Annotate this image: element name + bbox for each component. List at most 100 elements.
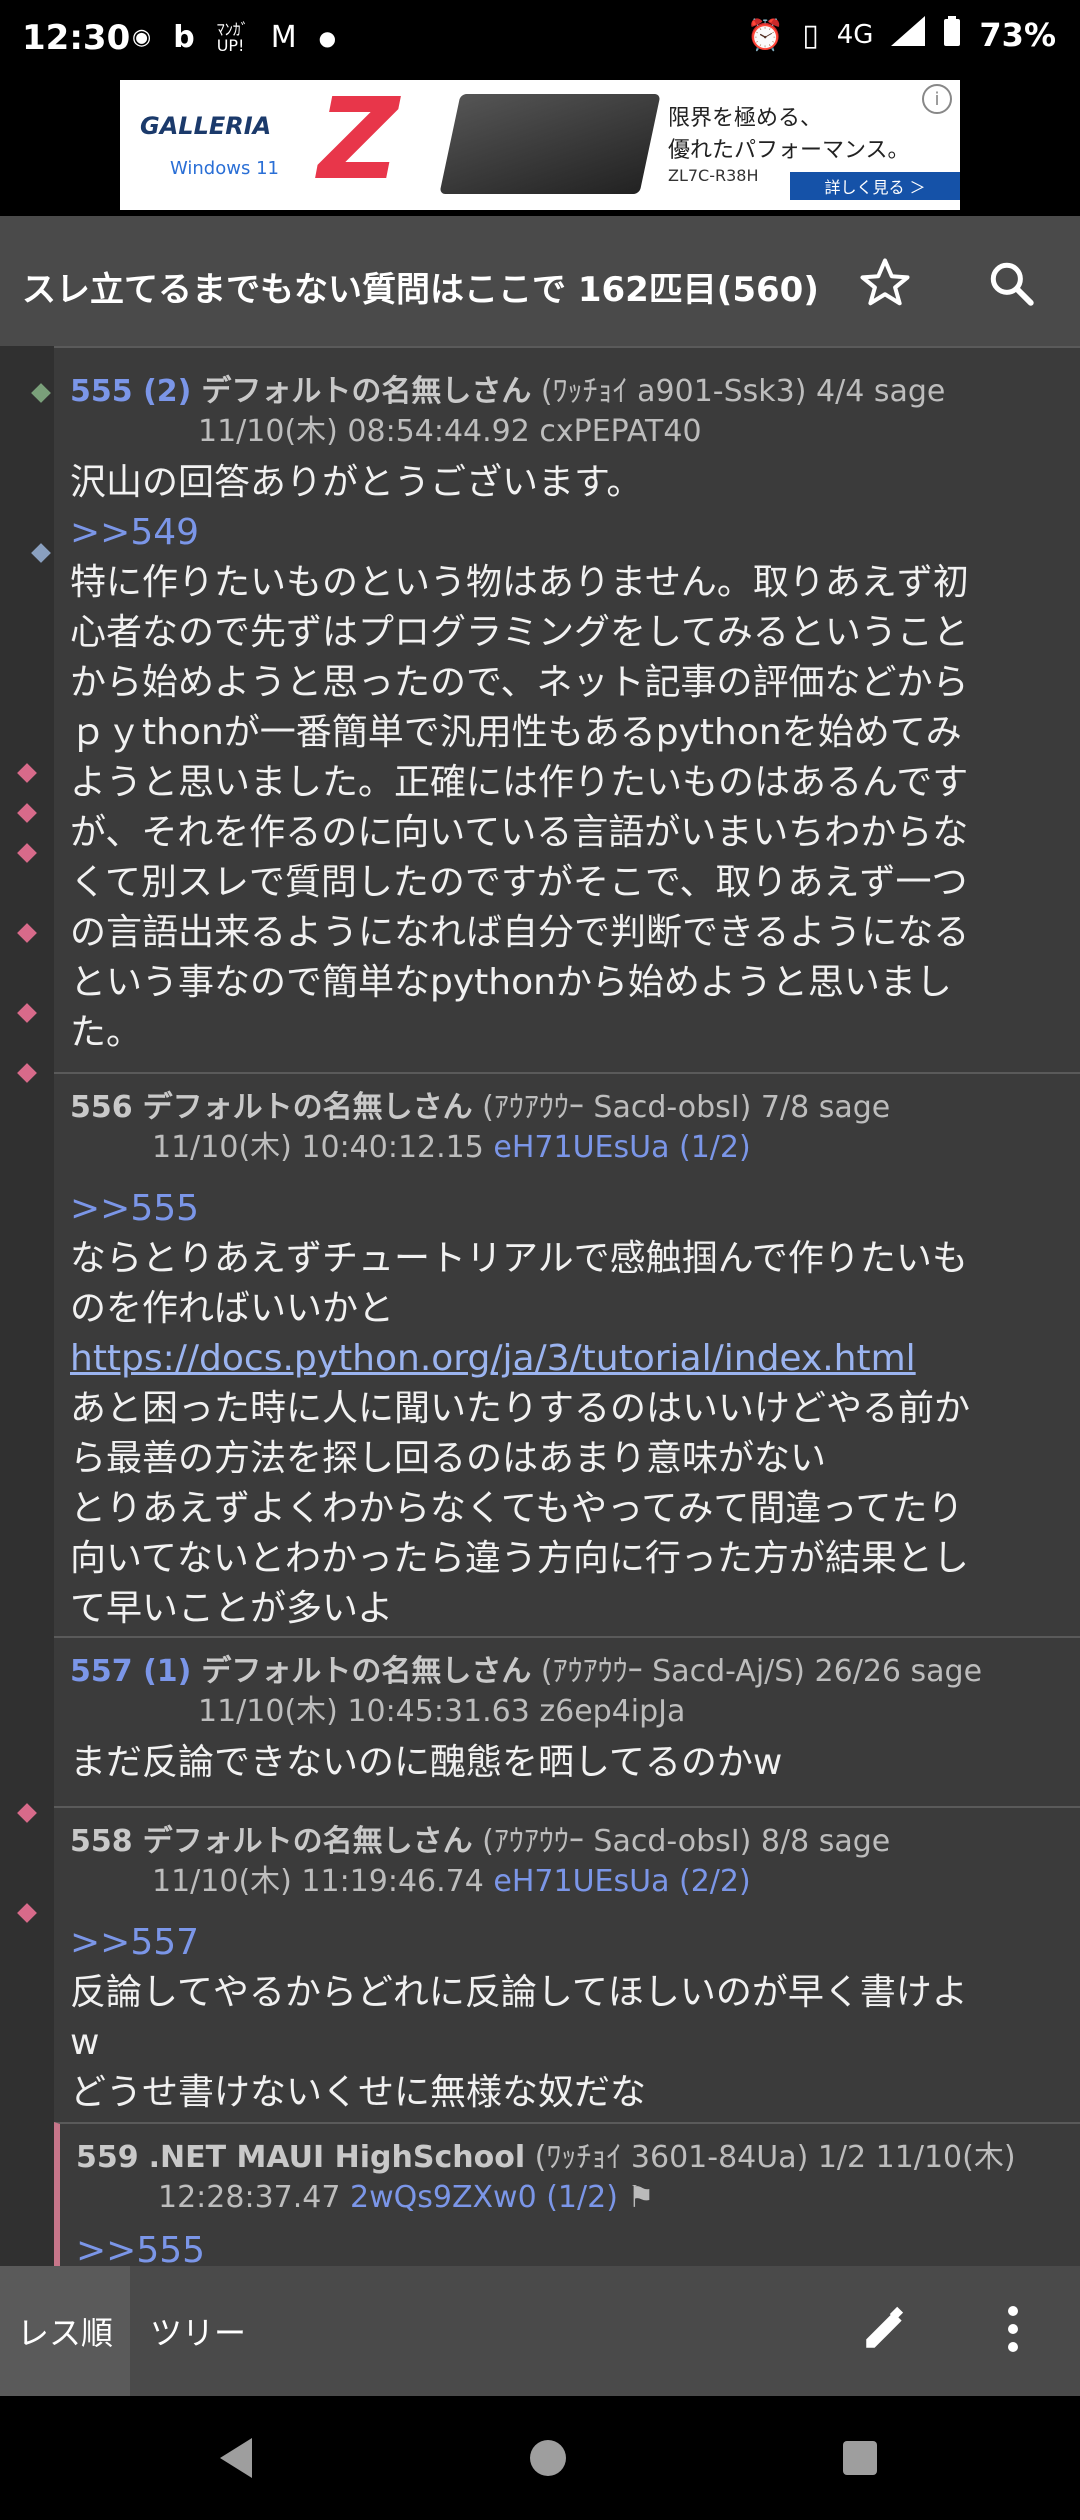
more-vert-icon — [1006, 2304, 1020, 2358]
post[interactable]: 555 (2) デフォルトの名無しさん (ﾜｯﾁｮｲ a901-Ssk3) 4/4… — [54, 346, 1080, 1072]
post-number[interactable]: 559 — [76, 2140, 139, 2175]
post-line: ら最善の方法を探し回るのはあまり意味がない — [70, 1438, 827, 1479]
system-icons: ⏰ ▯ 4G 73% — [747, 16, 1056, 54]
post-number[interactable]: 555 (2) — [70, 374, 191, 409]
more-options-button[interactable] — [980, 2298, 1046, 2364]
post-line: 沢山の回答ありがとうございます。 — [70, 462, 643, 503]
post-line: の言語出来るようになれば自分で判断できるようになる — [70, 912, 970, 953]
post-date-line: 12:28:37.47 2wQs9ZXw0 (1/2) ⚑ — [76, 2178, 1080, 2218]
post-header: 556 デフォルトの名無しさん (ｱｳｱｳｳｰ Sacd-obsI) 7/8 sa… — [70, 1088, 1080, 1128]
post-date-line: 11/10(木) 10:45:31.63 z6ep4ipJa — [70, 1692, 1080, 1732]
post-header: 559 .NET MAUI HighSchool (ﾜｯﾁｮｲ 3601-84Ua… — [76, 2138, 1080, 2178]
post-line: 心者なので先ずはプログラミングをしてみるということ — [70, 612, 969, 653]
poster-name: デフォルトの名無しさん — [142, 1824, 473, 1859]
manga-up-icon: ﾏﾝｶﾞ UP! — [216, 19, 249, 55]
post-line: が、それを作るのに向いている言語がいまいちわからな — [70, 812, 969, 853]
post-number[interactable]: 558 — [70, 1824, 133, 1859]
minimap-marker — [17, 803, 37, 823]
post-line: どうせ書けないくせに無様な奴だな — [70, 2072, 647, 2113]
anchor-link[interactable]: >>555 — [70, 1184, 1080, 1234]
ad-laptop-image — [439, 94, 661, 194]
poster-id-link[interactable]: eH71UEsUa (2/2) — [493, 1864, 750, 1899]
minimap-marker — [17, 1903, 37, 1923]
post-header: 555 (2) デフォルトの名無しさん (ﾜｯﾁｮｲ a901-Ssk3) 4/4… — [70, 372, 1080, 412]
signal-icon — [891, 16, 926, 54]
system-nav-bar — [0, 2396, 1080, 2520]
recents-button[interactable] — [830, 2430, 890, 2490]
bing-icon: b — [173, 20, 195, 55]
recents-icon — [841, 2439, 879, 2481]
anchor-link[interactable]: >>549 — [70, 508, 1080, 558]
minimap-marker — [17, 843, 37, 863]
post-list[interactable]: 555 (2) デフォルトの名無しさん (ﾜｯﾁｮｲ a901-Ssk3) 4/4… — [0, 346, 1080, 2266]
gmail-icon: M — [270, 20, 297, 55]
minimap-marker — [31, 543, 51, 563]
bottom-toolbar: レス順 ツリー — [0, 2266, 1080, 2396]
minimap-marker — [17, 1003, 37, 1023]
poster-id-link[interactable]: eH71UEsUa (1/2) — [493, 1130, 750, 1165]
post[interactable]: 556 デフォルトの名無しさん (ｱｳｱｳｳｰ Sacd-obsI) 7/8 sa… — [54, 1072, 1080, 1636]
back-button[interactable] — [206, 2430, 266, 2490]
favorite-button[interactable] — [852, 252, 918, 318]
ad-z-logo: Z — [318, 80, 400, 205]
status-bar: 12:30 ◉ b ﾏﾝｶﾞ UP! M ● ⏰ ▯ 4G 73% — [0, 0, 1080, 76]
post-line: 反論してやるからどれに反論してほしいのが早く書けよ — [70, 1972, 968, 2013]
star-icon — [858, 256, 912, 314]
post-line: て早いことが多いよ — [70, 1588, 394, 1629]
post-line: という事なので簡単なpythonから始めようと思いまし — [70, 962, 952, 1003]
poster-name: デフォルトの名無しさん — [142, 1090, 473, 1125]
tab-tree[interactable]: ツリー — [150, 2266, 246, 2396]
post-number[interactable]: 556 — [70, 1090, 133, 1125]
minimap-marker — [17, 1063, 37, 1083]
search-button[interactable] — [978, 252, 1044, 318]
post-line: た。 — [70, 1012, 143, 1053]
poster-id-link[interactable]: 2wQs9ZXw0 (1/2) — [350, 2180, 618, 2215]
ad-os: Windows 11 — [170, 158, 279, 179]
ad-banner[interactable]: GALLERIA Windows 11 Z 限界を極める、 優れたパフォーマンス… — [120, 80, 960, 210]
post-date: 11/10(木) 10:45:31.63 z6ep4ipJa — [198, 1694, 686, 1729]
ad-brand: GALLERIA — [140, 112, 272, 140]
post-line: ｐｙthonが一番簡単で汎用性もあるpythonを始めてみ — [70, 712, 962, 753]
minimap-marker — [17, 923, 37, 943]
poster-name: .NET MAUI HighSchool — [148, 2140, 526, 2175]
post-line: くて別スレで質問したのですがそこで、取りあえず一つ — [70, 862, 968, 903]
post-line: あと困った時に人に聞いたりするのはいいけどやる前か — [70, 1388, 971, 1429]
ad-banner-area: GALLERIA Windows 11 Z 限界を極める、 優れたパフォーマンス… — [0, 76, 1080, 216]
home-button[interactable] — [518, 2430, 578, 2490]
tab-order[interactable]: レス順 — [0, 2266, 130, 2396]
post-line: のを作ればいいかと — [70, 1288, 395, 1329]
pencil-icon — [860, 2304, 910, 2358]
battery-level: 73% — [979, 16, 1056, 54]
post-line: 特に作りたいものという物はありません。取りあえず初 — [70, 562, 969, 603]
post-date-line: 11/10(木) 11:19:46.74 eH71UEsUa (2/2) — [70, 1862, 1080, 1902]
post-number[interactable]: 557 (1) — [70, 1654, 191, 1689]
ad-headline-1: 限界を極める、 — [668, 106, 823, 131]
thread-minimap[interactable] — [0, 346, 54, 2266]
post-date-line: 11/10(木) 08:54:44.92 cxPEPAT40 — [70, 412, 1080, 452]
post[interactable]: 558 デフォルトの名無しさん (ｱｳｱｳｳｰ Sacd-obsI) 8/8 sa… — [54, 1806, 1080, 2122]
vibrate-icon: ▯ — [802, 17, 819, 53]
notification-icons: ◉ b ﾏﾝｶﾞ UP! M ● — [132, 20, 336, 55]
ad-cta-button[interactable]: 詳しく見る ＞ — [790, 172, 960, 200]
anchor-link[interactable]: >>557 — [70, 1918, 1080, 1968]
back-icon — [216, 2436, 256, 2484]
anchor-link[interactable]: >>555 — [76, 2226, 1080, 2266]
url-link[interactable]: https://docs.python.org/ja/3/tutorial/in… — [70, 1334, 1080, 1384]
post-body: まだ反論できないのに醜態を晒してるのかw — [70, 1738, 1080, 1788]
ad-info-icon[interactable]: i — [922, 84, 952, 114]
network-type: 4G — [836, 20, 874, 50]
thread-title: スレ立てるまでもない質問はここで 162匹目(560) — [22, 270, 819, 310]
minimap-marker — [17, 1803, 37, 1823]
poster-meta: (ｱｳｱｳｳｰ Sacd-obsI) 8/8 sage — [482, 1824, 891, 1859]
post[interactable]: 557 (1) デフォルトの名無しさん (ｱｳｱｳｳｰ Sacd-Aj/S) 26… — [54, 1636, 1080, 1806]
post-body: >>557 反論してやるからどれに反論してほしいのが早く書けよ w どうせ書けな… — [70, 1918, 1080, 2118]
post-line: ならとりあえずチュートリアルで感触掴んで作りたいも — [70, 1238, 968, 1279]
post-date: 11/10(木) 11:19:46.74 — [152, 1864, 484, 1899]
ad-model: ZL7C-R38H — [668, 166, 759, 185]
post-highlighted[interactable]: 559 .NET MAUI HighSchool (ﾜｯﾁｮｲ 3601-84Ua… — [54, 2122, 1080, 2266]
post-body: 沢山の回答ありがとうございます。 >>549 特に作りたいものという物はありませ… — [70, 458, 1080, 1058]
post-line: とりあえずよくわからなくてもやってみて間違ってたり — [70, 1488, 964, 1529]
compose-button[interactable] — [852, 2298, 918, 2364]
post-header: 557 (1) デフォルトの名無しさん (ｱｳｱｳｳｰ Sacd-Aj/S) 26… — [70, 1652, 1080, 1692]
minimap-marker — [17, 763, 37, 783]
